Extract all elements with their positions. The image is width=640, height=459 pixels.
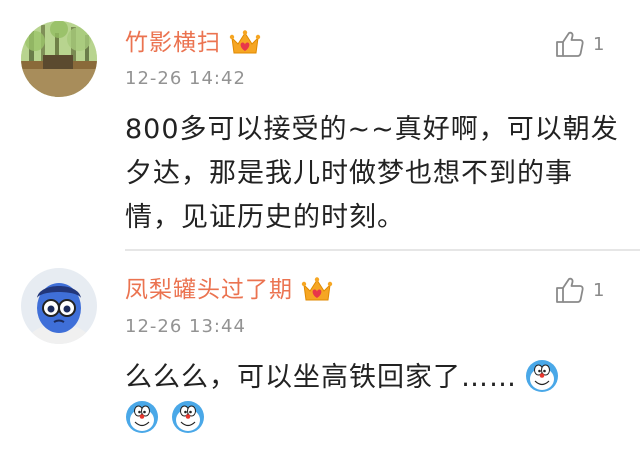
thumbs-up-icon [556, 31, 584, 57]
like-button[interactable]: 1 [555, 276, 604, 304]
doraemon-emoji-icon [525, 359, 559, 393]
like-count: 1 [593, 279, 605, 301]
like-button[interactable]: 1 [555, 30, 604, 58]
comment-time: 12-26 14:42 [125, 68, 246, 89]
vip-crown-heart-icon[interactable] [229, 29, 261, 57]
emoji-row [125, 400, 205, 434]
comment-item: 凤梨罐头过了期 12-26 13:44 1 么么么，可以坐高铁回家了…… [0, 252, 640, 459]
bamboo-garden-avatar-icon[interactable] [21, 21, 97, 97]
doraemon-emoji-icon [171, 400, 205, 434]
name-row: 凤梨罐头过了期 [125, 274, 333, 306]
name-row: 竹影横扫 [125, 27, 261, 59]
vip-crown-heart-icon[interactable] [301, 276, 333, 304]
like-count: 1 [593, 33, 605, 55]
thumbs-up-icon [556, 277, 584, 303]
blue-cartoon-character-avatar-icon[interactable] [21, 268, 97, 344]
comment-divider [125, 249, 640, 251]
username-link[interactable]: 凤梨罐头过了期 [125, 274, 293, 306]
comment-text: 么么么，可以坐高铁回家了…… [125, 362, 517, 393]
comment-time: 12-26 13:44 [125, 316, 246, 337]
username-link[interactable]: 竹影横扫 [125, 27, 221, 59]
comment-item: 竹影横扫 12-26 14:42 1 800多可以接受的~~真好啊，可以朝发夕达… [0, 0, 640, 248]
comment-text: 800多可以接受的~~真好啊，可以朝发夕达，那是我儿时做梦也想不到的事情，见证历… [125, 114, 619, 233]
comment-text-line: 么么么，可以坐高铁回家了…… [125, 356, 620, 400]
doraemon-emoji-icon [125, 400, 159, 434]
